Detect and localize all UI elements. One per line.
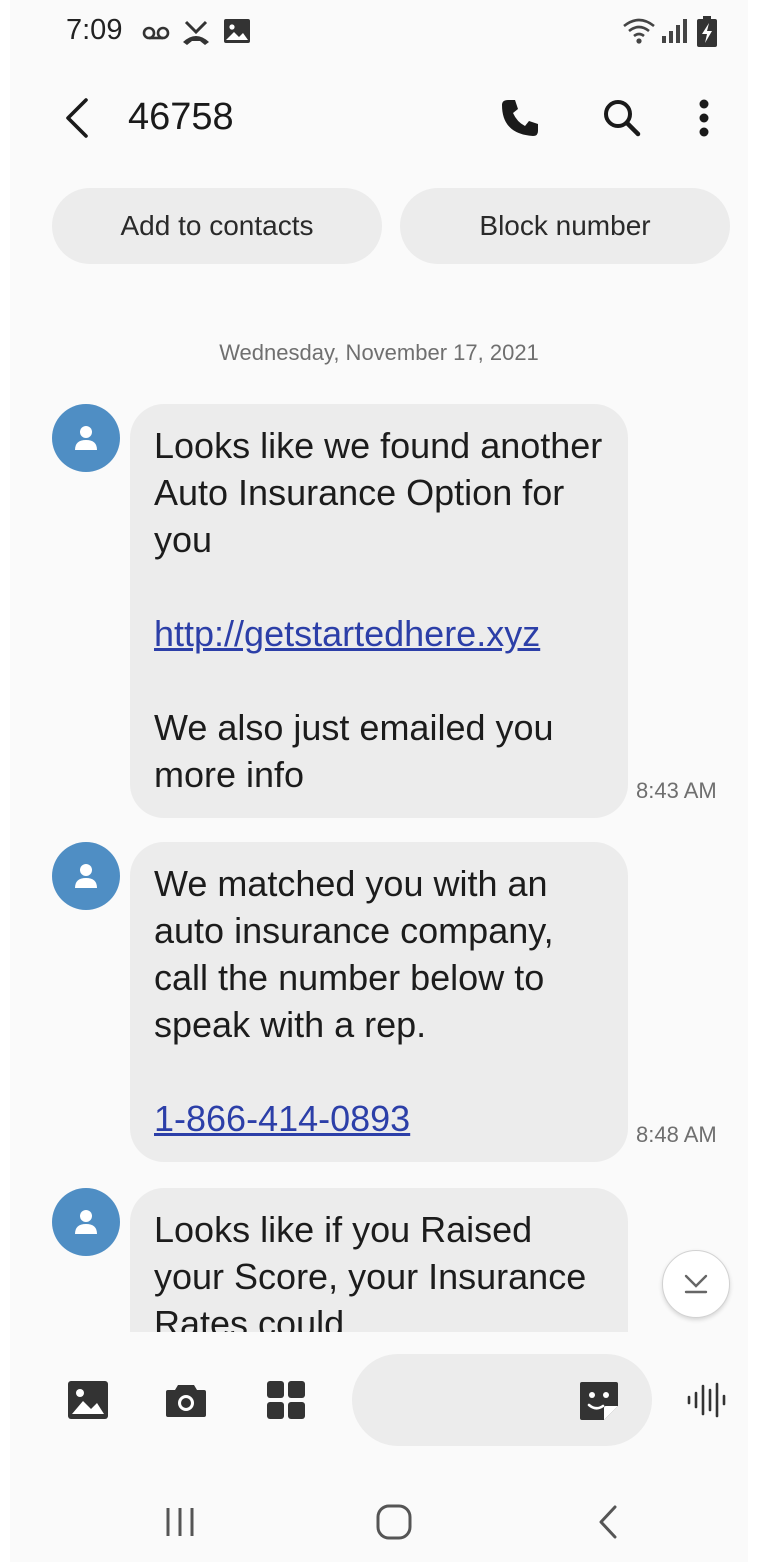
avatar[interactable] bbox=[52, 842, 120, 910]
person-icon bbox=[75, 864, 97, 888]
gallery-icon[interactable] bbox=[62, 1374, 114, 1426]
message-list[interactable]: Looks like we found another Auto Insuran… bbox=[0, 380, 758, 1332]
voice-recorder-icon[interactable] bbox=[682, 1374, 734, 1426]
person-icon bbox=[75, 426, 97, 450]
message-timestamp: 8:43 AM bbox=[636, 778, 717, 803]
message-bubble[interactable]: Looks like we found another Auto Insuran… bbox=[130, 404, 628, 818]
block-number-button[interactable]: Block number bbox=[400, 188, 730, 264]
message-text: Looks like if you Raised your Score, you… bbox=[154, 1209, 587, 1332]
home-icon[interactable] bbox=[364, 1494, 424, 1550]
avatar[interactable] bbox=[52, 404, 120, 472]
message-link[interactable]: http://getstartedhere.xyz bbox=[154, 613, 540, 654]
missed-call-icon bbox=[180, 16, 212, 53]
message-bubble[interactable]: Looks like if you Raised your Score, you… bbox=[130, 1188, 628, 1332]
message-text: We also just emailed you more info bbox=[154, 707, 554, 795]
gallery-icon bbox=[222, 16, 252, 51]
conversation-title: 46758 bbox=[128, 96, 234, 138]
scroll-to-bottom-button[interactable] bbox=[662, 1250, 730, 1318]
more-options-icon[interactable] bbox=[676, 90, 732, 146]
battery-charging-icon bbox=[696, 16, 718, 53]
avatar[interactable] bbox=[52, 1188, 120, 1256]
status-bar: 7:09 bbox=[0, 0, 758, 64]
message-text: We matched you with an auto insurance co… bbox=[154, 863, 554, 1045]
message-bubble[interactable]: We matched you with an auto insurance co… bbox=[130, 842, 628, 1162]
status-time: 7:09 bbox=[66, 14, 123, 46]
add-to-contacts-button[interactable]: Add to contacts bbox=[52, 188, 382, 264]
phone-icon[interactable] bbox=[492, 90, 548, 146]
apps-icon[interactable] bbox=[260, 1374, 312, 1426]
search-icon[interactable] bbox=[594, 90, 650, 146]
back-icon[interactable] bbox=[578, 1494, 638, 1550]
wifi-icon bbox=[622, 16, 656, 51]
message-text: Looks like we found another Auto Insuran… bbox=[154, 425, 603, 560]
message-input-container bbox=[352, 1354, 652, 1446]
camera-icon[interactable] bbox=[160, 1374, 212, 1426]
chevron-down-icon bbox=[684, 1274, 708, 1294]
recent-apps-icon[interactable] bbox=[150, 1494, 210, 1550]
add-to-contacts-label: Add to contacts bbox=[120, 210, 314, 241]
person-icon bbox=[75, 1210, 97, 1234]
sticker-icon[interactable] bbox=[578, 1380, 620, 1422]
back-arrow-icon[interactable] bbox=[58, 94, 98, 142]
date-header: Wednesday, November 17, 2021 bbox=[219, 340, 539, 365]
signal-icon bbox=[660, 16, 690, 51]
message-timestamp: 8:48 AM bbox=[636, 1122, 717, 1147]
voicemail-icon bbox=[140, 16, 172, 53]
block-number-label: Block number bbox=[479, 210, 651, 241]
message-input[interactable] bbox=[380, 1378, 584, 1424]
system-navigation-bar bbox=[0, 1480, 758, 1562]
message-composer bbox=[0, 1352, 758, 1448]
conversation-header: 46758 bbox=[0, 76, 758, 160]
message-phone-link[interactable]: 1-866-414-0893 bbox=[154, 1098, 410, 1139]
